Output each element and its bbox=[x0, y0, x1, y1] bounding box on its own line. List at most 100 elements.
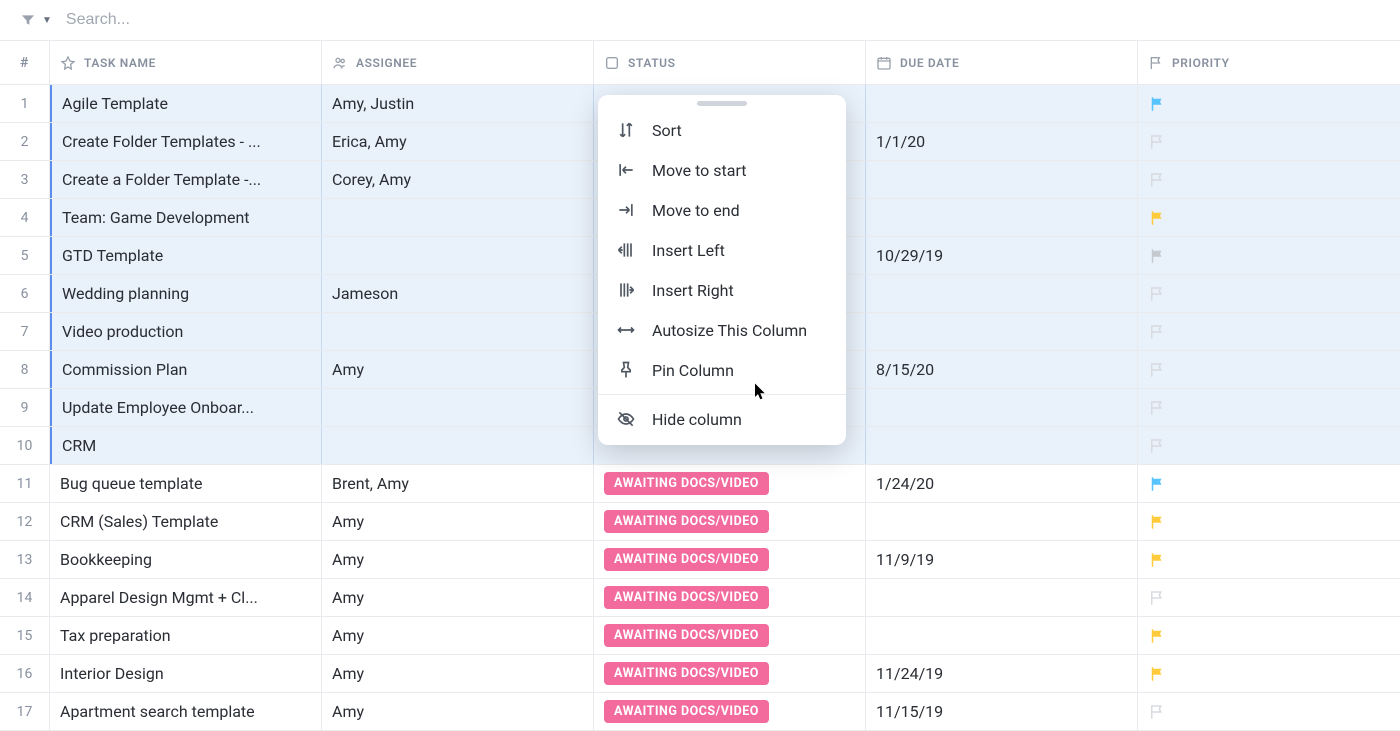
task-name-cell[interactable]: CRM bbox=[50, 427, 322, 464]
status-cell[interactable]: AWAITING DOCS/VIDEO bbox=[594, 655, 866, 692]
priority-cell[interactable] bbox=[1138, 123, 1400, 160]
due-date-cell[interactable] bbox=[866, 199, 1138, 236]
assignee-cell[interactable]: Jameson bbox=[322, 275, 594, 312]
due-date-cell[interactable] bbox=[866, 161, 1138, 198]
assignee-cell[interactable]: Corey, Amy bbox=[322, 161, 594, 198]
task-name-cell[interactable]: Interior Design bbox=[50, 655, 322, 692]
priority-cell[interactable] bbox=[1138, 579, 1400, 616]
table-row[interactable]: 12CRM (Sales) TemplateAmyAWAITING DOCS/V… bbox=[0, 503, 1400, 541]
assignee-cell[interactable]: Amy bbox=[322, 617, 594, 654]
due-date-cell[interactable] bbox=[866, 503, 1138, 540]
priority-cell[interactable] bbox=[1138, 693, 1400, 730]
status-cell[interactable]: AWAITING DOCS/VIDEO bbox=[594, 579, 866, 616]
priority-cell[interactable] bbox=[1138, 541, 1400, 578]
priority-cell[interactable] bbox=[1138, 389, 1400, 426]
due-date-cell[interactable]: 1/24/20 bbox=[866, 465, 1138, 502]
due-date-cell[interactable]: 11/15/19 bbox=[866, 693, 1138, 730]
menu-autosize-column[interactable]: Autosize This Column bbox=[598, 310, 846, 350]
menu-move-to-end[interactable]: Move to end bbox=[598, 190, 846, 230]
assignee-cell[interactable] bbox=[322, 427, 594, 464]
task-name-cell[interactable]: Apartment search template bbox=[50, 693, 322, 730]
assignee-cell[interactable]: Amy bbox=[322, 693, 594, 730]
task-name-cell[interactable]: Bookkeeping bbox=[50, 541, 322, 578]
menu-hide-column[interactable]: Hide column bbox=[598, 399, 846, 439]
table-row[interactable]: 11Bug queue templateBrent, AmyAWAITING D… bbox=[0, 465, 1400, 503]
assignee-cell[interactable]: Amy, Justin bbox=[322, 85, 594, 122]
drag-handle[interactable] bbox=[697, 101, 747, 106]
priority-cell[interactable] bbox=[1138, 465, 1400, 502]
task-name-cell[interactable]: Update Employee Onboar... bbox=[50, 389, 322, 426]
menu-insert-left[interactable]: Insert Left bbox=[598, 230, 846, 270]
due-date-cell[interactable]: 8/15/20 bbox=[866, 351, 1138, 388]
priority-cell[interactable] bbox=[1138, 313, 1400, 350]
table-row[interactable]: 14Apparel Design Mgmt + Cl...AmyAWAITING… bbox=[0, 579, 1400, 617]
header-assignee[interactable]: ASSIGNEE bbox=[322, 41, 594, 84]
status-cell[interactable]: AWAITING DOCS/VIDEO bbox=[594, 693, 866, 730]
menu-pin-column[interactable]: Pin Column bbox=[598, 350, 846, 390]
menu-insert-right[interactable]: Insert Right bbox=[598, 270, 846, 310]
task-name-cell[interactable]: Agile Template bbox=[50, 85, 322, 122]
assignee-cell[interactable]: Amy bbox=[322, 503, 594, 540]
header-priority[interactable]: PRIORITY bbox=[1138, 41, 1400, 84]
due-date-cell[interactable] bbox=[866, 313, 1138, 350]
task-name-cell[interactable]: Wedding planning bbox=[50, 275, 322, 312]
due-date-cell[interactable] bbox=[866, 275, 1138, 312]
menu-sort[interactable]: Sort bbox=[598, 110, 846, 150]
task-name-cell[interactable]: Team: Game Development bbox=[50, 199, 322, 236]
due-date-cell[interactable]: 1/1/20 bbox=[866, 123, 1138, 160]
assignee-cell[interactable]: Amy bbox=[322, 655, 594, 692]
priority-cell[interactable] bbox=[1138, 655, 1400, 692]
task-name-cell[interactable]: Bug queue template bbox=[50, 465, 322, 502]
due-date-cell[interactable] bbox=[866, 579, 1138, 616]
header-due-date[interactable]: DUE DATE bbox=[866, 41, 1138, 84]
status-cell[interactable]: AWAITING DOCS/VIDEO bbox=[594, 465, 866, 502]
task-name-cell[interactable]: Video production bbox=[50, 313, 322, 350]
table-row[interactable]: 13BookkeepingAmyAWAITING DOCS/VIDEO11/9/… bbox=[0, 541, 1400, 579]
header-task-name[interactable]: TASK NAME bbox=[50, 41, 322, 84]
priority-cell[interactable] bbox=[1138, 617, 1400, 654]
menu-move-to-start[interactable]: Move to start bbox=[598, 150, 846, 190]
task-name-cell[interactable]: Create a Folder Template -... bbox=[50, 161, 322, 198]
due-date-cell[interactable] bbox=[866, 389, 1138, 426]
due-date-cell[interactable]: 11/24/19 bbox=[866, 655, 1138, 692]
due-date-cell[interactable] bbox=[866, 85, 1138, 122]
row-number: 9 bbox=[0, 389, 50, 426]
due-date-cell[interactable]: 10/29/19 bbox=[866, 237, 1138, 274]
priority-cell[interactable] bbox=[1138, 427, 1400, 464]
header-status[interactable]: STATUS bbox=[594, 41, 866, 84]
assignee-cell[interactable]: Amy bbox=[322, 351, 594, 388]
task-name-cell[interactable]: Apparel Design Mgmt + Cl... bbox=[50, 579, 322, 616]
status-cell[interactable]: AWAITING DOCS/VIDEO bbox=[594, 503, 866, 540]
assignee-cell[interactable] bbox=[322, 389, 594, 426]
priority-cell[interactable] bbox=[1138, 275, 1400, 312]
priority-cell[interactable] bbox=[1138, 199, 1400, 236]
assignee-cell[interactable] bbox=[322, 199, 594, 236]
priority-cell[interactable] bbox=[1138, 85, 1400, 122]
assignee-cell[interactable] bbox=[322, 313, 594, 350]
assignee-cell[interactable]: Erica, Amy bbox=[322, 123, 594, 160]
assignee-cell[interactable] bbox=[322, 237, 594, 274]
task-name-cell[interactable]: GTD Template bbox=[50, 237, 322, 274]
priority-cell[interactable] bbox=[1138, 237, 1400, 274]
status-cell[interactable]: AWAITING DOCS/VIDEO bbox=[594, 541, 866, 578]
assignee-cell[interactable]: Brent, Amy bbox=[322, 465, 594, 502]
table-row[interactable]: 15Tax preparationAmyAWAITING DOCS/VIDEO bbox=[0, 617, 1400, 655]
task-name-cell[interactable]: Commission Plan bbox=[50, 351, 322, 388]
header-num[interactable]: # bbox=[0, 41, 50, 84]
filter-button[interactable]: ▼ bbox=[20, 12, 52, 28]
priority-cell[interactable] bbox=[1138, 351, 1400, 388]
table-row[interactable]: 16Interior DesignAmyAWAITING DOCS/VIDEO1… bbox=[0, 655, 1400, 693]
table-row[interactable]: 17Apartment search templateAmyAWAITING D… bbox=[0, 693, 1400, 731]
task-name-cell[interactable]: CRM (Sales) Template bbox=[50, 503, 322, 540]
due-date-cell[interactable] bbox=[866, 427, 1138, 464]
task-name-cell[interactable]: Create Folder Templates - ... bbox=[50, 123, 322, 160]
assignee-cell[interactable]: Amy bbox=[322, 541, 594, 578]
assignee-cell[interactable]: Amy bbox=[322, 579, 594, 616]
status-cell[interactable]: AWAITING DOCS/VIDEO bbox=[594, 617, 866, 654]
search-input[interactable] bbox=[66, 11, 366, 29]
priority-cell[interactable] bbox=[1138, 503, 1400, 540]
due-date-cell[interactable]: 11/9/19 bbox=[866, 541, 1138, 578]
priority-cell[interactable] bbox=[1138, 161, 1400, 198]
due-date-cell[interactable] bbox=[866, 617, 1138, 654]
task-name-cell[interactable]: Tax preparation bbox=[50, 617, 322, 654]
